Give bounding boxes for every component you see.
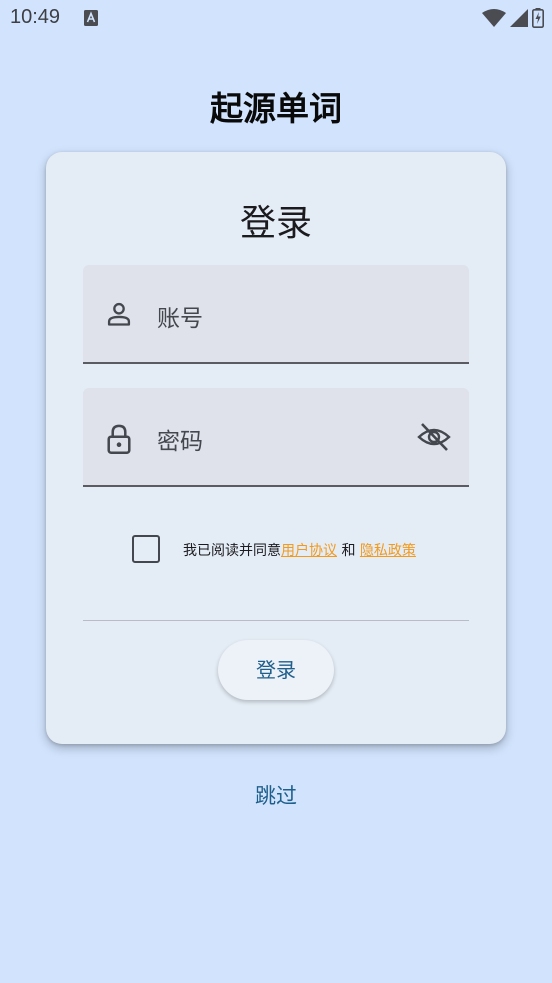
- login-card: 登录 账号 密码 我已阅读并同意用户协议 和 隐私政策 登录: [46, 152, 506, 744]
- agreement-prefix: 我已阅读并同意: [183, 543, 281, 559]
- user-agreement-link[interactable]: 用户协议: [281, 543, 337, 559]
- status-bar: 10:49: [0, 0, 552, 38]
- wifi-icon: [482, 9, 506, 31]
- status-time: 10:49: [10, 6, 61, 28]
- password-placeholder: 密码: [157, 429, 203, 455]
- password-field[interactable]: 密码: [83, 388, 469, 487]
- eye-off-icon[interactable]: [417, 421, 451, 457]
- lock-icon: [105, 423, 133, 459]
- privacy-policy-link[interactable]: 隐私政策: [360, 543, 416, 559]
- battery-charging-icon: [532, 8, 544, 32]
- signal-icon: [510, 9, 528, 31]
- account-field[interactable]: 账号: [83, 265, 469, 364]
- divider: [83, 620, 469, 621]
- app-title: 起源单词: [210, 89, 342, 128]
- account-placeholder: 账号: [157, 306, 203, 332]
- skip-link[interactable]: 跳过: [0, 780, 552, 810]
- login-button[interactable]: 登录: [218, 640, 334, 700]
- agreement-row: 我已阅读并同意用户协议 和 隐私政策: [132, 534, 472, 566]
- person-icon: [105, 300, 133, 332]
- login-title: 登录: [239, 203, 312, 244]
- agree-checkbox[interactable]: [132, 535, 160, 563]
- agreement-text: 我已阅读并同意用户协议 和 隐私政策: [183, 540, 416, 560]
- agreement-conjunction: 和: [337, 543, 360, 559]
- notification-a-icon: [84, 10, 98, 30]
